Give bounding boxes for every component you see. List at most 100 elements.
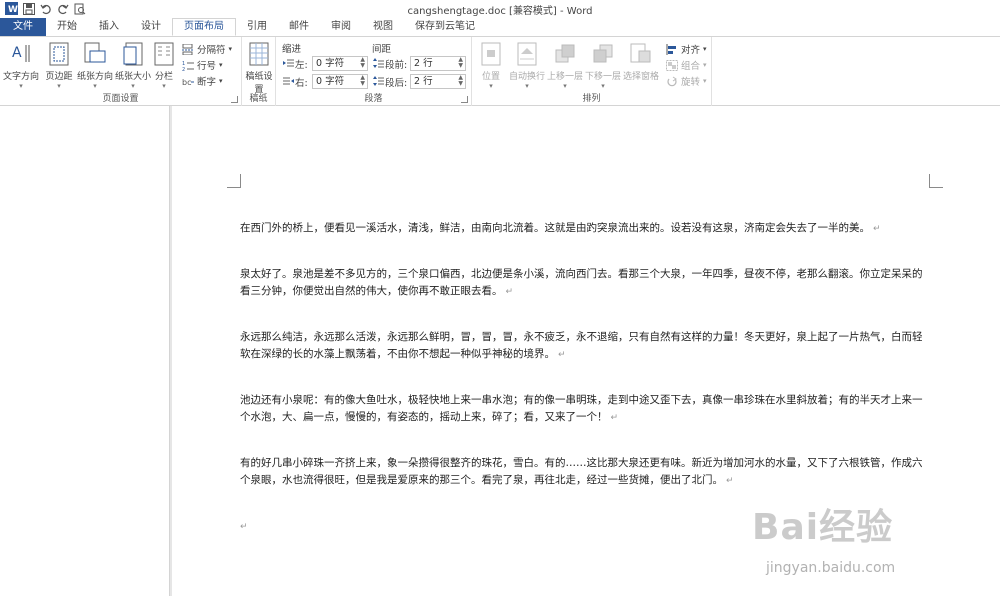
indent-left-label: 左:	[295, 60, 308, 71]
indent-title: 缩进	[282, 44, 302, 55]
paragraph[interactable]: 永远那么纯洁，永远那么活泼，永远那么鲜明，冒，冒，冒，永不疲乏，永不退缩，只有自…	[240, 329, 930, 364]
paragraph[interactable]: 池边还有小泉呢：有的像大鱼吐水，极轻快地上来一串水泡；有的像一串明珠，走到中途又…	[240, 392, 930, 427]
tab-4[interactable]: 页面布局	[172, 18, 236, 36]
position-icon	[479, 41, 503, 67]
align-icon	[666, 43, 676, 55]
manuscript-group-label: 稿纸	[249, 94, 268, 104]
watermark-url: jingyan.baidu.com	[766, 560, 896, 576]
paper-size-icon	[121, 41, 145, 67]
tab-0[interactable]: 文件	[0, 18, 46, 36]
wrap-text-button[interactable]: 自动换行 ▾	[508, 41, 546, 90]
svg-text:A: A	[12, 45, 22, 61]
paragraph[interactable]: 泉太好了。泉池是差不多见方的，三个泉口偏西，北边便是条小溪，流向西门去。看那三个…	[240, 266, 930, 301]
tab-2[interactable]: 插入	[88, 18, 130, 36]
navigation-pane	[0, 106, 170, 596]
spinner-arrows-icon[interactable]: ▲ ▼	[360, 57, 365, 69]
indent-right-input[interactable]: 0 字符 ▲ ▼	[312, 74, 368, 89]
paragraph-mark-icon: ↵	[873, 224, 881, 234]
manuscript-group: 稿纸设置 稿纸	[242, 37, 276, 106]
paragraph-mark-icon: ↵	[240, 522, 248, 532]
watermark-brand: Bai经验	[752, 507, 894, 548]
columns-button[interactable]: 分栏 ▾	[148, 41, 180, 90]
spinner-arrows-icon[interactable]: ▲ ▼	[458, 57, 463, 69]
selection-pane-button[interactable]: 选择窗格	[622, 41, 660, 82]
paragraph[interactable]: 有的好几串小碎珠一齐挤上来，象一朵攒得很整齐的珠花，雪白。有的……这比那大泉还更…	[240, 455, 930, 490]
position-button[interactable]: 位置 ▾	[474, 41, 508, 90]
svg-text:2: 2	[182, 67, 185, 71]
send-backward-icon	[591, 41, 615, 67]
text-direction-button[interactable]: A 文字方向 ▾	[2, 41, 40, 90]
align-button[interactable]: 对齐 ▾	[666, 42, 707, 56]
tab-1[interactable]: 开始	[46, 18, 88, 36]
spacing-title: 间距	[372, 44, 392, 55]
crop-mark-top-left	[227, 174, 241, 188]
paragraph-group-label: 段落	[364, 94, 383, 104]
spacing-after-input[interactable]: 2 行 ▲ ▼	[410, 74, 466, 89]
paragraph-text: 池边还有小泉呢：有的像大鱼吐水，极轻快地上来一串水泡；有的像一串明珠，走到中途又…	[240, 394, 923, 423]
svg-text:bc: bc	[182, 78, 191, 87]
paragraph-mark-icon: ↵	[726, 476, 734, 486]
wrap-text-icon	[515, 41, 539, 67]
paragraph-mark-icon: ↵	[558, 350, 566, 360]
breaks-icon	[182, 43, 193, 55]
columns-icon	[152, 41, 176, 67]
indent-right-label: 右:	[295, 78, 308, 89]
page-setup-launcher-icon[interactable]	[231, 96, 238, 103]
paragraph-text: 在西门外的桥上，便看见一溪活水，清浅，鲜洁，由南向北流着。这就是由趵突泉流出来的…	[240, 222, 870, 234]
baidu-watermark: Bai经验 jingyan.baidu.com	[752, 498, 992, 590]
window-title: cangshengtage.doc [兼容模式] - Word	[407, 6, 593, 17]
tab-8[interactable]: 视图	[362, 18, 404, 36]
tab-7[interactable]: 审阅	[320, 18, 362, 36]
spacing-after-label: 段后:	[385, 78, 408, 89]
bring-forward-icon	[553, 41, 577, 67]
crop-mark-top-right	[929, 174, 943, 188]
paragraph-text: 有的好几串小碎珠一齐挤上来，象一朵攒得很整齐的珠花，雪白。有的……这比那大泉还更…	[240, 457, 923, 486]
text-direction-icon: A	[9, 41, 33, 67]
rotate-icon	[667, 76, 677, 86]
paragraph[interactable]: 在西门外的桥上，便看见一溪活水，清浅，鲜洁，由南向北流着。这就是由趵突泉流出来的…	[240, 220, 930, 238]
line-numbers-button[interactable]: 12 行号 ▾	[182, 58, 223, 73]
tab-3[interactable]: 设计	[130, 18, 172, 36]
bring-forward-button[interactable]: 上移一层 ▾	[546, 41, 584, 90]
paragraph-launcher-icon[interactable]	[461, 96, 468, 103]
paragraph-mark-icon: ↵	[505, 287, 514, 297]
page-setup-group-label: 页面设置	[102, 94, 139, 104]
spacing-before-icon	[373, 58, 384, 68]
paragraph-text: 永远那么纯洁，永远那么活泼，永远那么鲜明，冒，冒，冒，永不疲乏，永不退缩，只有自…	[240, 331, 923, 360]
hyphenation-icon: bc	[182, 78, 194, 87]
arrange-group: 位置 ▾ 自动换行 ▾ 上移一层 ▾ 下移一层 ▾ 选择窗格 对齐 ▾ 组合 ▾…	[472, 37, 712, 106]
arrange-group-label: 排列	[582, 94, 601, 104]
orientation-icon	[83, 41, 107, 67]
spacing-before-input[interactable]: 2 行 ▲ ▼	[410, 56, 466, 71]
paragraph-mark-icon: ↵	[610, 413, 619, 423]
size-button[interactable]: 纸张大小 ▾	[114, 41, 152, 90]
ribbon: A 文字方向 ▾ 页边距 ▾ 纸张方向 ▾ 纸张大小 ▾ 分栏 ▾ 分隔符 ▾ …	[0, 36, 1000, 106]
line-numbers-icon: 12	[182, 61, 194, 71]
spinner-arrows-icon[interactable]: ▲ ▼	[360, 75, 365, 87]
group-button[interactable]: 组合 ▾	[666, 58, 707, 72]
hyphenation-button[interactable]: bc 断字 ▾	[182, 74, 223, 88]
indent-right-icon	[283, 77, 294, 85]
tab-9[interactable]: 保存到云笔记	[404, 18, 486, 36]
send-backward-button[interactable]: 下移一层 ▾	[584, 41, 622, 90]
spacing-after-icon	[373, 76, 384, 86]
paragraph-group: 缩进 间距 左: 0 字符 ▲ ▼ 右: 0 字符 ▲ ▼ 段前: 2 行 ▲ ▼ 段…	[276, 37, 472, 106]
margins-icon	[47, 41, 71, 67]
document-body[interactable]: 在西门外的桥上，便看见一溪活水，清浅，鲜洁，由南向北流着。这就是由趵突泉流出来的…	[240, 220, 930, 535]
orientation-button[interactable]: 纸张方向 ▾	[76, 41, 114, 90]
indent-left-input[interactable]: 0 字符 ▲ ▼	[312, 56, 368, 71]
ribbon-tabs: 文件 开始 插入 设计 页面布局 引用 邮件 审阅 视图 保存到云笔记	[0, 18, 1000, 36]
manuscript-settings-button[interactable]: 稿纸设置	[242, 41, 276, 95]
rotate-button[interactable]: 旋转 ▾	[666, 74, 707, 88]
spinner-arrows-icon[interactable]: ▲ ▼	[458, 75, 463, 87]
tab-5[interactable]: 引用	[236, 18, 278, 36]
title-bar: W cangshengtage.doc [兼容模式] - Word	[0, 0, 1000, 18]
indent-left-icon	[283, 59, 294, 67]
group-icon	[666, 59, 678, 71]
spacing-before-label: 段前:	[385, 60, 408, 71]
selection-pane-icon	[629, 41, 653, 67]
margins-button[interactable]: 页边距 ▾	[40, 41, 78, 90]
tab-6[interactable]: 邮件	[278, 18, 320, 36]
breaks-button[interactable]: 分隔符 ▾	[182, 42, 232, 56]
page-setup-group: A 文字方向 ▾ 页边距 ▾ 纸张方向 ▾ 纸张大小 ▾ 分栏 ▾ 分隔符 ▾ …	[0, 37, 242, 106]
